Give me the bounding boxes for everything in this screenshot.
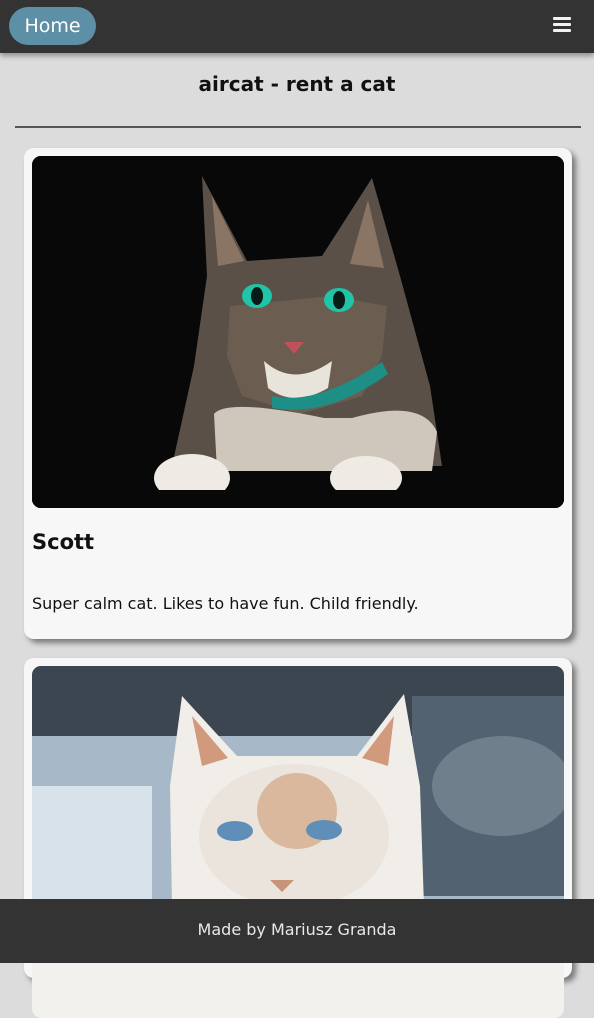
title-divider [15, 126, 581, 128]
cat-name: Scott [32, 530, 95, 554]
footer: Made by Mariusz Granda [0, 899, 594, 963]
cat-description: Super calm cat. Likes to have fun. Child… [32, 594, 419, 613]
home-button[interactable]: Home [9, 7, 96, 45]
cat-card[interactable]: Scott Super calm cat. Likes to have fun.… [24, 148, 572, 639]
top-navbar: Home [0, 0, 594, 53]
cat-photo[interactable] [32, 666, 564, 1018]
page-title: aircat - rent a cat [198, 72, 396, 96]
hamburger-menu-icon[interactable] [553, 17, 571, 33]
cat-photo[interactable] [32, 156, 564, 508]
